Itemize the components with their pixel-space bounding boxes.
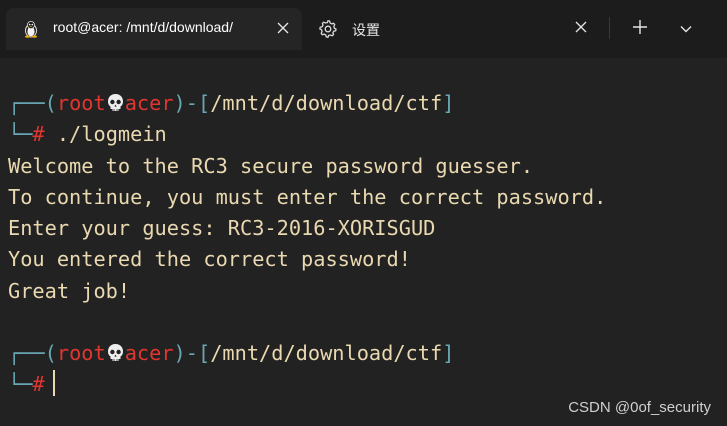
chevron-down-icon [680, 20, 692, 38]
prompt-paren-open: ( [44, 341, 57, 365]
output-line: Enter your guess: RC3-2016-XORISGUD [8, 216, 436, 240]
prompt-bracket-close: ] [442, 341, 455, 365]
prompt-box-corner: ┌── [8, 341, 45, 365]
prompt-host: acer [124, 91, 174, 115]
close-icon[interactable] [276, 21, 290, 35]
terminal-output[interactable]: ┌──(root acer)-[/mnt/d/download/ctf] └─# … [0, 58, 727, 426]
output-line: Welcome to the RC3 secure password guess… [8, 154, 534, 178]
plus-icon [632, 19, 648, 40]
prompt-user: root [56, 91, 106, 115]
tab-dropdown-button[interactable] [672, 15, 700, 43]
gear-icon [318, 19, 337, 38]
close-icon[interactable] [574, 20, 588, 34]
tab-divider [609, 17, 610, 39]
tab-title: 设置 [352, 22, 380, 38]
skull-icon [106, 91, 125, 111]
prompt-bracket-open: )-[ [173, 91, 211, 115]
watermark: CSDN @0of_security [568, 399, 711, 416]
prompt-box-corner: └─ [8, 372, 33, 396]
prompt-host: acer [124, 341, 174, 365]
command-line: └─# ./logmein [8, 119, 167, 149]
linux-penguin-icon [22, 20, 40, 38]
output-line: To continue, you must enter the correct … [8, 185, 607, 209]
prompt-bracket-close: ] [442, 91, 455, 115]
tab-terminal[interactable]: root@acer: /mnt/d/download/ [6, 8, 302, 50]
prompt-user: root [56, 341, 106, 365]
tab-title: root@acer: /mnt/d/download/ [53, 19, 233, 35]
command-line[interactable]: └─# [8, 369, 55, 399]
new-tab-button[interactable] [626, 15, 654, 43]
prompt-symbol: # [32, 372, 45, 396]
prompt-paren-open: ( [44, 91, 57, 115]
terminal-window: root@acer: /mnt/d/download/ 设置 ┌──(root … [0, 0, 727, 426]
output-line: Great job! [8, 279, 131, 303]
tab-bar: root@acer: /mnt/d/download/ 设置 [0, 0, 727, 58]
prompt-box-corner: └─ [8, 122, 33, 146]
prompt-line: ┌──(root acer)-[/mnt/d/download/ctf] [8, 338, 454, 368]
prompt-path: /mnt/d/download/ctf [210, 91, 443, 115]
text-cursor [52, 370, 55, 396]
prompt-bracket-open: )-[ [173, 341, 211, 365]
prompt-symbol: # [32, 122, 45, 146]
skull-icon [106, 341, 125, 361]
tab-settings[interactable]: 设置 [308, 10, 604, 48]
prompt-path: /mnt/d/download/ctf [210, 341, 443, 365]
prompt-line: ┌──(root acer)-[/mnt/d/download/ctf] [8, 88, 454, 118]
command-text: ./logmein [44, 122, 167, 146]
output-line: You entered the correct password! [8, 247, 411, 271]
prompt-box-corner: ┌── [8, 91, 45, 115]
